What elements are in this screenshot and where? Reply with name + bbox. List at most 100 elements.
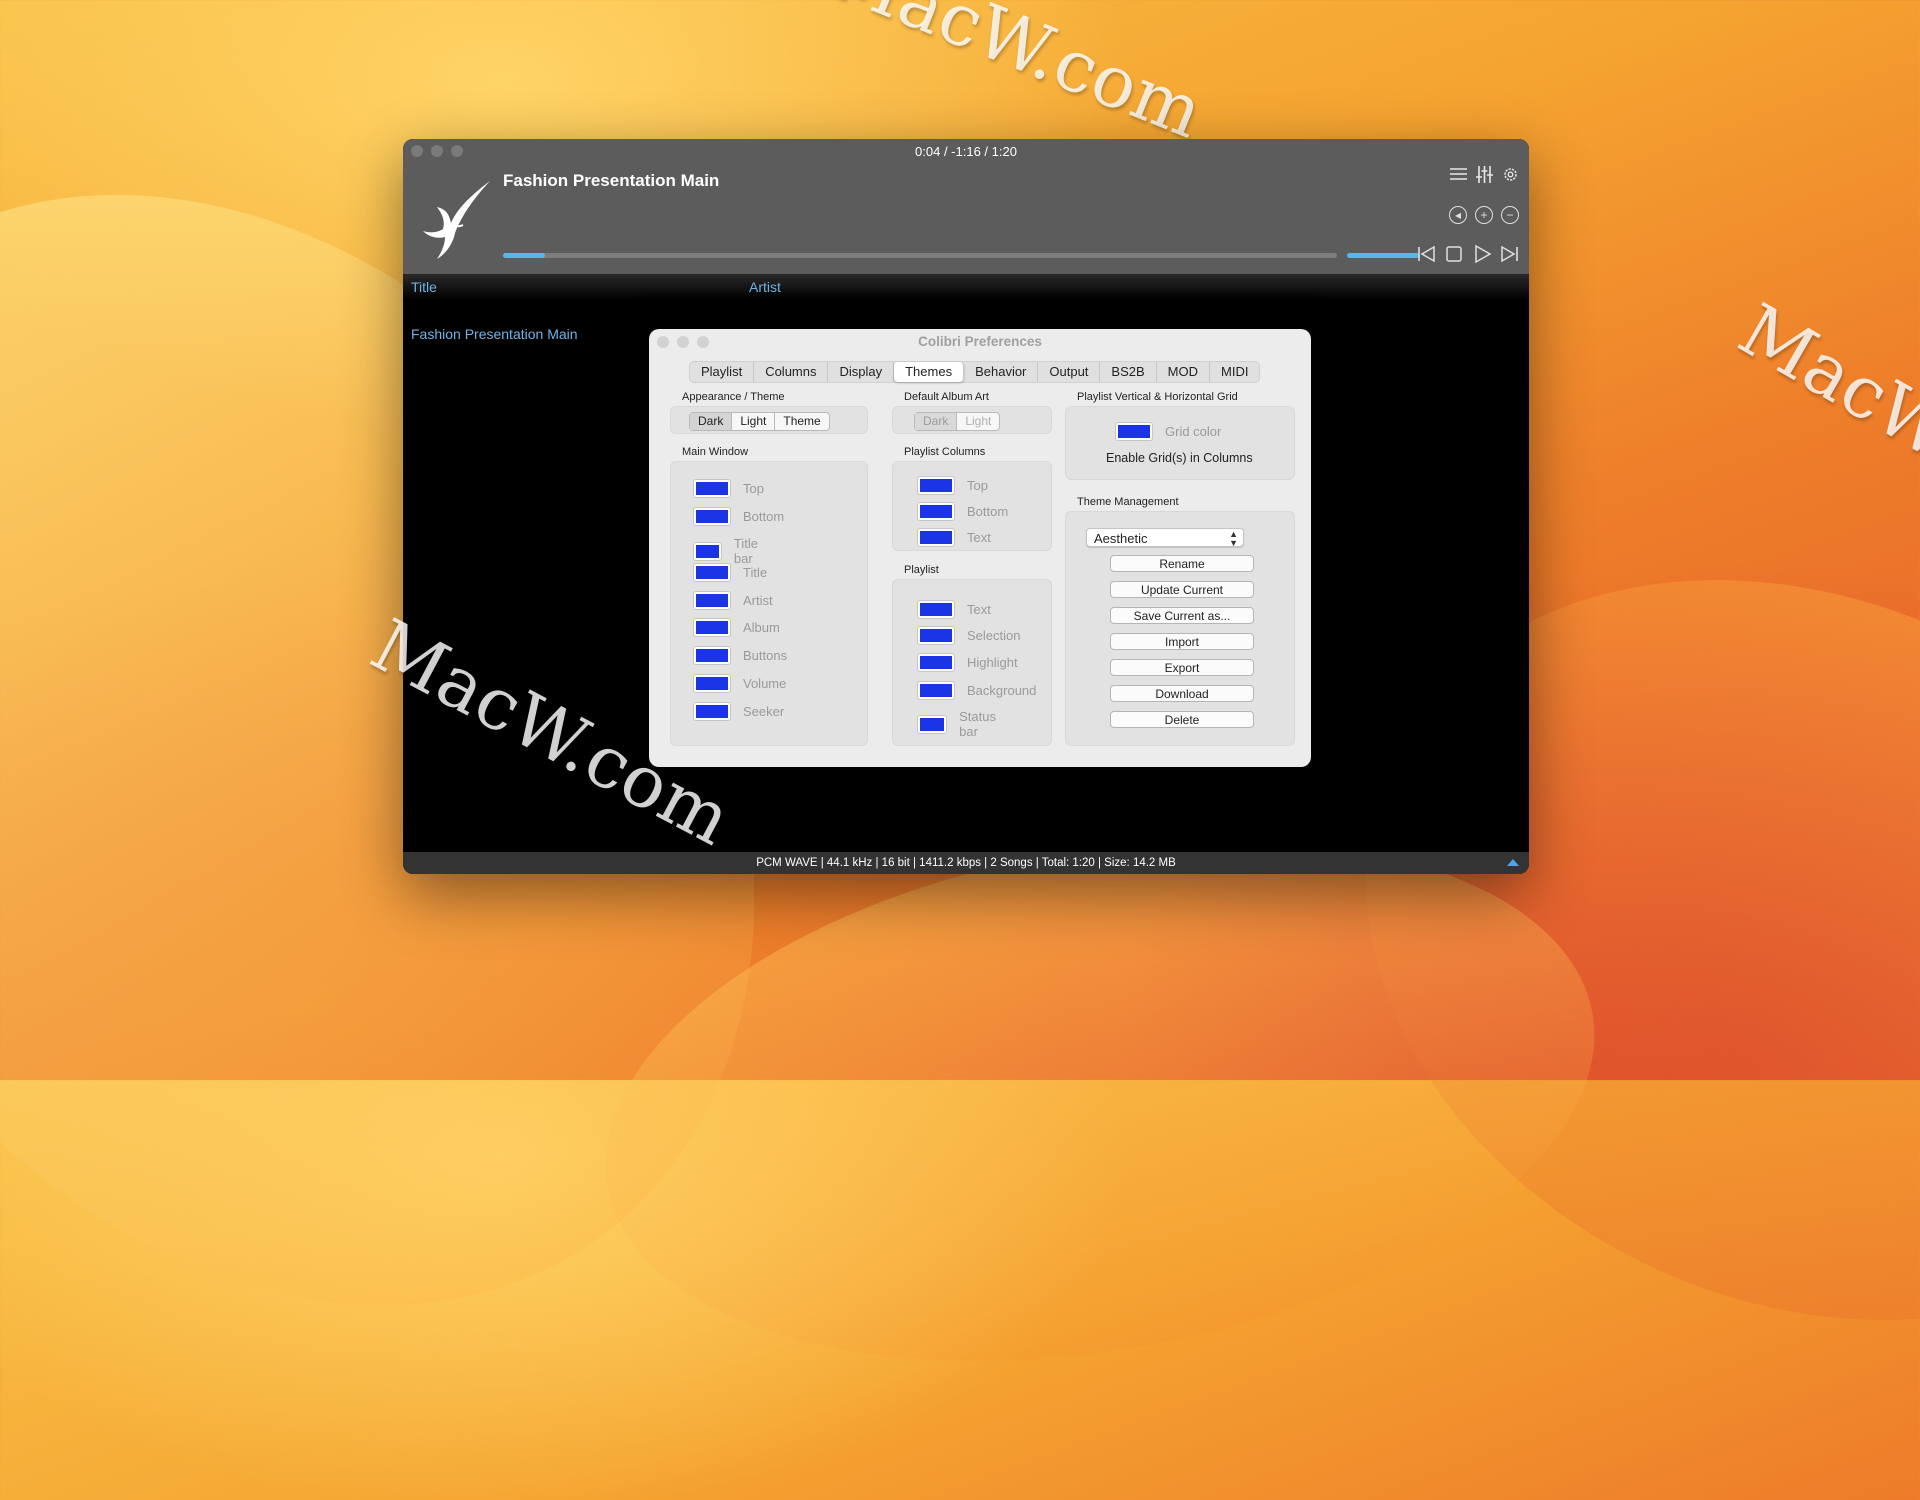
color-swatch[interactable] xyxy=(917,476,955,495)
column-title[interactable]: Title xyxy=(411,279,437,295)
tab-behavior[interactable]: Behavior xyxy=(964,362,1039,382)
play-icon[interactable] xyxy=(1471,243,1493,265)
tab-bs2b[interactable]: BS2B xyxy=(1100,362,1157,382)
swatch-row[interactable]: Text xyxy=(917,528,991,547)
appearance-label: Appearance / Theme xyxy=(682,391,785,403)
volume-icon[interactable]: ◂ xyxy=(1449,206,1467,224)
swatch-label: Artist xyxy=(743,593,773,608)
export-button[interactable]: Export xyxy=(1110,659,1254,676)
color-swatch[interactable] xyxy=(693,674,731,693)
swatch-label: Bottom xyxy=(967,504,1009,519)
playlist-row[interactable]: Fashion Presentation Main xyxy=(411,326,578,342)
plus-icon[interactable]: + xyxy=(1475,206,1493,224)
tab-themes[interactable]: Themes xyxy=(894,362,965,382)
color-swatch[interactable] xyxy=(693,563,731,582)
swatch-row[interactable]: Highlight xyxy=(917,653,1018,672)
download-button[interactable]: Download xyxy=(1110,685,1254,702)
album-art-segmented: Dark Light xyxy=(914,412,1001,431)
enable-grid-label[interactable]: Enable Grid(s) in Columns xyxy=(1106,451,1253,465)
swatch-row[interactable]: Bottom xyxy=(693,507,785,526)
swatch-label: Album xyxy=(743,620,780,635)
swatch-label: Title bar xyxy=(733,536,758,566)
swatch-row[interactable]: Bottom xyxy=(917,502,1009,521)
swatch-row[interactable]: Volume xyxy=(693,674,786,693)
playlist-columns-label: Playlist Columns xyxy=(904,446,986,458)
rename-button[interactable]: Rename xyxy=(1110,555,1254,572)
previous-icon[interactable] xyxy=(1415,243,1437,265)
tab-mod[interactable]: MOD xyxy=(1157,362,1211,382)
expand-arrow-icon[interactable] xyxy=(1507,859,1519,866)
grid-color-swatch[interactable] xyxy=(1115,422,1153,441)
swatch-row[interactable]: Title bar xyxy=(693,536,767,566)
import-button[interactable]: Import xyxy=(1110,633,1254,650)
swatch-row[interactable]: Top xyxy=(693,479,764,498)
watermark: MacW.com xyxy=(818,0,1215,155)
tab-midi[interactable]: MIDI xyxy=(1210,362,1259,382)
theme-management-label: Theme Management xyxy=(1077,496,1179,508)
color-swatch[interactable] xyxy=(693,646,731,665)
gear-icon[interactable] xyxy=(1501,165,1519,183)
color-swatch[interactable] xyxy=(693,618,731,637)
grid-color-label: Grid color xyxy=(1165,424,1222,439)
color-swatch[interactable] xyxy=(693,541,722,561)
color-swatch[interactable] xyxy=(693,591,731,610)
seek-bar[interactable] xyxy=(503,253,1337,258)
color-swatch[interactable] xyxy=(917,626,955,645)
volume-slider[interactable] xyxy=(1347,253,1419,258)
transport-controls xyxy=(1415,243,1521,265)
column-artist[interactable]: Artist xyxy=(749,279,781,295)
next-icon[interactable] xyxy=(1499,243,1521,265)
color-swatch[interactable] xyxy=(917,600,955,619)
playlist-icon[interactable] xyxy=(1449,165,1467,183)
album-art-dark[interactable]: Dark xyxy=(915,413,958,430)
color-swatch[interactable] xyxy=(693,702,731,721)
save-current-as-button[interactable]: Save Current as... xyxy=(1110,607,1254,624)
swatch-label: Background xyxy=(967,683,1037,698)
grid-label: Playlist Vertical & Horizontal Grid xyxy=(1077,391,1238,403)
swatch-row[interactable]: Artist xyxy=(693,591,773,610)
appearance-theme[interactable]: Theme xyxy=(775,413,828,430)
prefs-tabs: Playlist Columns Display Themes Behavior… xyxy=(689,361,1261,383)
appearance-dark[interactable]: Dark xyxy=(690,413,733,430)
swatch-row[interactable]: Seeker xyxy=(693,702,784,721)
status-text: PCM WAVE | 44.1 kHz | 16 bit | 1411.2 kb… xyxy=(756,857,1176,869)
color-swatch[interactable] xyxy=(917,653,955,672)
album-art-light[interactable]: Light xyxy=(957,413,999,430)
swatch-row[interactable]: Title xyxy=(693,563,767,582)
volume-controls: ◂ + − xyxy=(1449,206,1519,224)
swatch-row[interactable]: Status bar xyxy=(916,709,1004,739)
tab-output[interactable]: Output xyxy=(1038,362,1101,382)
minus-icon[interactable]: − xyxy=(1501,206,1519,224)
equalizer-icon[interactable] xyxy=(1475,165,1493,183)
color-swatch[interactable] xyxy=(693,507,731,526)
player-header: 0:04 / -1:16 / 1:20 Fashion Presentation… xyxy=(403,139,1529,274)
delete-button[interactable]: Delete xyxy=(1110,711,1254,728)
swatch-label: Buttons xyxy=(743,648,788,663)
tab-columns[interactable]: Columns xyxy=(754,362,829,382)
watermark: MacW.com xyxy=(1725,287,1920,557)
color-swatch[interactable] xyxy=(917,681,955,700)
chevron-updown-icon: ▲ ▼ xyxy=(1229,529,1238,548)
theme-select[interactable]: Aesthetic ▲ ▼ xyxy=(1086,528,1244,548)
color-swatch[interactable] xyxy=(917,502,955,521)
swatch-label: Bottom xyxy=(743,509,785,524)
appearance-light[interactable]: Light xyxy=(732,413,776,430)
swatch-row[interactable]: Buttons xyxy=(693,646,788,665)
color-swatch[interactable] xyxy=(917,528,955,547)
tab-playlist[interactable]: Playlist xyxy=(690,362,755,382)
theme-select-value: Aesthetic xyxy=(1094,531,1148,546)
update-current-button[interactable]: Update Current xyxy=(1110,581,1254,598)
tab-display[interactable]: Display xyxy=(828,362,895,382)
swatch-label: Top xyxy=(743,481,764,496)
seek-bar-fill xyxy=(503,253,545,258)
color-swatch[interactable] xyxy=(693,479,731,498)
swatch-row[interactable]: Text xyxy=(917,600,991,619)
swatch-label: Text xyxy=(967,602,991,617)
swatch-label: Top xyxy=(967,478,988,493)
swatch-row[interactable]: Album xyxy=(693,618,780,637)
stop-icon[interactable] xyxy=(1443,243,1465,265)
swatch-row[interactable]: Top xyxy=(917,476,988,495)
color-swatch[interactable] xyxy=(916,714,948,734)
swatch-row[interactable]: Selection xyxy=(917,626,1020,645)
swatch-row[interactable]: Background xyxy=(917,681,1037,700)
